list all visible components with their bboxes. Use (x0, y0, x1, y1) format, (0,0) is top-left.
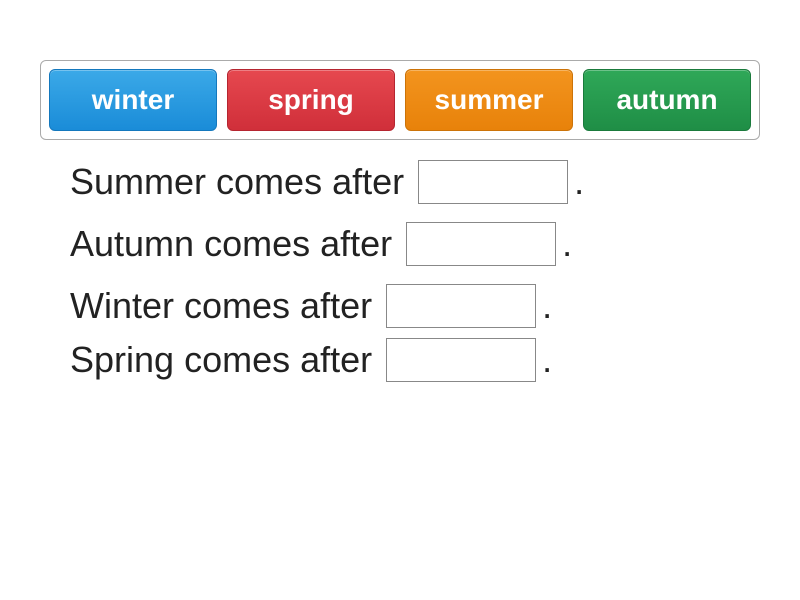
sentence-word: Spring (70, 339, 174, 381)
sentence-word: after (300, 285, 372, 327)
sentence-word: comes (216, 161, 322, 203)
tile-autumn[interactable]: autumn (583, 69, 751, 131)
sentence-word: Winter (70, 285, 174, 327)
sentence-row: Spring comes after . (70, 338, 760, 382)
tile-spring[interactable]: spring (227, 69, 395, 131)
sentence-word: comes (184, 285, 290, 327)
sentence-row: Winter comes after . (70, 284, 760, 328)
drop-slot[interactable] (418, 160, 568, 204)
sentence-word: Summer (70, 161, 206, 203)
sentence-row: Autumn comes after . (70, 222, 760, 266)
sentence-word: after (320, 223, 392, 265)
sentence-word: comes (184, 339, 290, 381)
sentence-period: . (542, 285, 552, 327)
sentence-period: . (542, 339, 552, 381)
sentence-word: after (300, 339, 372, 381)
sentence-period: . (574, 161, 584, 203)
sentence-period: . (562, 223, 572, 265)
sentence-word: Autumn (70, 223, 194, 265)
drop-slot[interactable] (386, 284, 536, 328)
sentence-row: Summer comes after . (70, 160, 760, 204)
tile-winter[interactable]: winter (49, 69, 217, 131)
tile-summer[interactable]: summer (405, 69, 573, 131)
drop-slot[interactable] (386, 338, 536, 382)
sentence-word: comes (204, 223, 310, 265)
sentences: Summer comes after . Autumn comes after … (40, 160, 760, 382)
word-bank: winter spring summer autumn (40, 60, 760, 140)
sentence-word: after (332, 161, 404, 203)
drop-slot[interactable] (406, 222, 556, 266)
